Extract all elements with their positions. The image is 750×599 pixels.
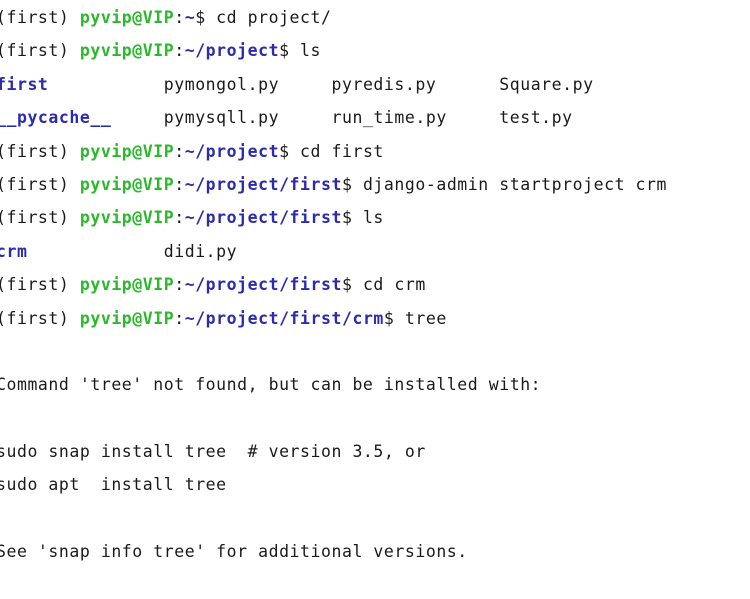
terminal-output-line: sudo apt install tree	[0, 468, 750, 501]
prompt-command: ls	[352, 208, 384, 228]
terminal-listing-line: __pycache__ pymysqll.py run_time.py test…	[0, 101, 750, 134]
prompt-command: ls	[289, 41, 322, 61]
prompt-command: cd project/	[205, 8, 332, 27]
terminal-prompt-line: (first) pyvip@VIP:~/project$ cd first	[0, 135, 750, 168]
prompt-path: ~/project/first	[184, 174, 342, 194]
prompt-user-host: pyvip@VIP	[79, 308, 175, 328]
output-text: Command 'tree' not found, but can be ins…	[0, 375, 542, 395]
listing-file: run_time.py	[331, 108, 500, 128]
terminal-window[interactable]: (first) pyvip@VIP:~$ cd project/(first) …	[0, 0, 750, 599]
prompt-dollar: $	[279, 41, 290, 61]
output-text: sudo snap install tree # version 3.5, or	[0, 442, 426, 462]
prompt-command: django-admin startproject crm	[352, 174, 667, 194]
prompt-venv: (first)	[0, 41, 70, 61]
terminal-prompt-line: (first) pyvip@VIP:~/project/first$ djang…	[0, 168, 750, 201]
prompt-venv: (first)	[0, 8, 70, 27]
terminal-prompt-line: (first) pyvip@VIP:~/project/first$ ls	[0, 201, 750, 234]
prompt-colon: :	[174, 174, 185, 194]
prompt-dollar: $	[383, 308, 395, 328]
prompt-command: cd first	[289, 141, 384, 161]
terminal-output-line: See 'snap info tree' for additional vers…	[0, 535, 750, 568]
prompt-colon: :	[174, 308, 185, 328]
listing-file: didi.py	[163, 241, 238, 261]
prompt-dollar: $	[341, 174, 353, 194]
prompt-colon: :	[174, 208, 185, 228]
prompt-colon: :	[174, 8, 185, 27]
prompt-command: cd crm	[352, 275, 426, 295]
prompt-path: ~/project/first	[184, 208, 342, 228]
prompt-path: ~/project/first/crm	[184, 308, 384, 328]
prompt-user-host: pyvip@VIP	[79, 208, 175, 228]
listing-file: pymysqll.py	[163, 108, 332, 128]
prompt-colon: :	[174, 141, 185, 161]
listing-file: pymongol.py	[163, 74, 332, 94]
listing-file: pyredis.py	[331, 74, 500, 94]
prompt-venv: (first)	[0, 174, 70, 194]
prompt-path: ~/project	[184, 141, 280, 161]
prompt-user-host: pyvip@VIP	[79, 41, 175, 61]
prompt-user-host: pyvip@VIP	[79, 8, 175, 27]
terminal-prompt-line: (first) pyvip@VIP:~/project$ ls	[0, 34, 750, 67]
prompt-user-host: pyvip@VIP	[79, 275, 175, 295]
terminal-prompt-line: (first) pyvip@VIP:~/project/first/crm$ t…	[0, 302, 750, 335]
terminal-output-line: sudo snap install tree # version 3.5, or	[0, 435, 750, 468]
terminal-listing-line: first pymongol.py pyredis.py Square.py	[0, 68, 750, 101]
terminal-output-area[interactable]: (first) pyvip@VIP:~$ cd project/(first) …	[0, 1, 750, 569]
output-text: sudo apt install tree	[0, 475, 227, 495]
prompt-venv: (first)	[0, 308, 70, 328]
prompt-colon: :	[174, 275, 185, 295]
terminal-prompt-line: (first) pyvip@VIP:~/project/first$ cd cr…	[0, 268, 750, 301]
listing-file: Square.py	[499, 74, 594, 94]
prompt-user-host: pyvip@VIP	[79, 174, 175, 194]
terminal-listing-line: crm didi.py	[0, 235, 750, 268]
prompt-path: ~	[184, 8, 196, 27]
prompt-path: ~/project	[184, 41, 280, 61]
listing-directory: __pycache__	[0, 108, 164, 128]
listing-file: test.py	[499, 108, 573, 128]
prompt-dollar: $	[341, 208, 353, 228]
listing-directory: first	[0, 74, 164, 94]
terminal-prompt-line: (first) pyvip@VIP:~$ cd project/	[0, 1, 750, 34]
prompt-colon: :	[174, 41, 185, 61]
prompt-dollar: $	[341, 275, 353, 295]
prompt-user-host: pyvip@VIP	[79, 141, 175, 161]
terminal-output-line: Command 'tree' not found, but can be ins…	[0, 368, 750, 401]
listing-directory: crm	[0, 241, 164, 261]
prompt-command: tree	[394, 308, 447, 328]
prompt-venv: (first)	[0, 208, 70, 228]
prompt-dollar: $	[279, 141, 290, 161]
output-text: See 'snap info tree' for additional vers…	[0, 542, 468, 562]
prompt-venv: (first)	[0, 141, 70, 161]
prompt-path: ~/project/first	[184, 275, 342, 295]
prompt-venv: (first)	[0, 275, 70, 295]
prompt-dollar: $	[195, 8, 206, 27]
